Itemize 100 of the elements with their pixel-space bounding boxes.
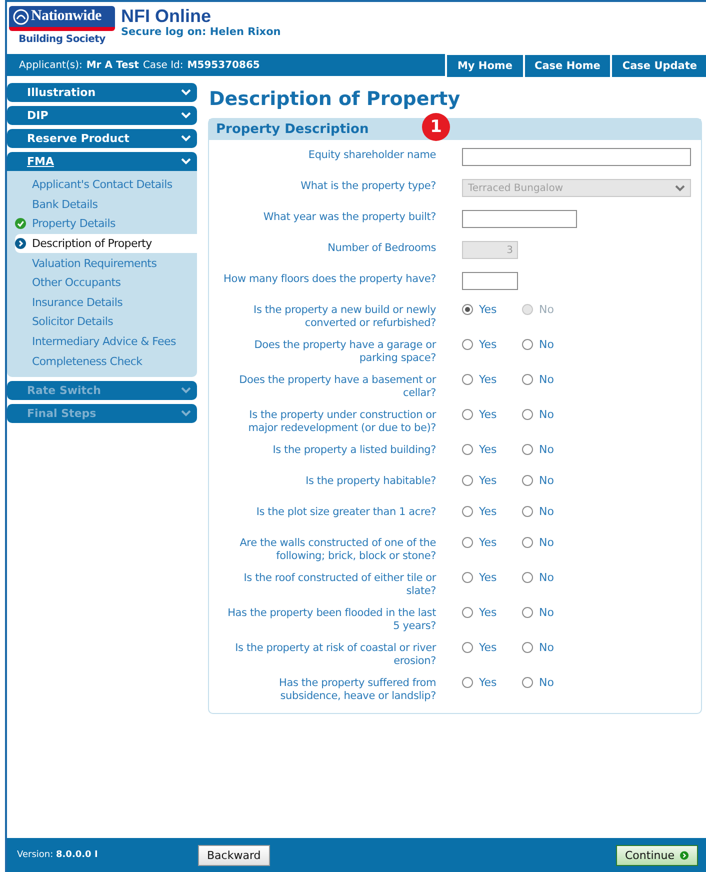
panel-title: Property Description <box>216 122 369 137</box>
input-field[interactable] <box>462 210 577 228</box>
radio-label[interactable]: Yes <box>479 606 497 619</box>
field-label: Is the property a new build or newly converted or refurbished? <box>252 303 436 330</box>
field-label: Is the roof constructed of either tile or slate? <box>242 571 436 598</box>
radio-button[interactable] <box>462 607 473 618</box>
radio-label[interactable]: Yes <box>479 536 497 549</box>
radio-button[interactable] <box>462 304 473 315</box>
nav-item[interactable]: Applicant's Contact Details <box>7 175 197 195</box>
section-header[interactable]: DIP <box>7 106 197 125</box>
radio-button[interactable] <box>462 444 473 455</box>
radio-button[interactable] <box>462 374 473 385</box>
chevron-icon <box>181 135 191 142</box>
radio-label[interactable]: Yes <box>479 373 497 386</box>
radio-label[interactable]: Yes <box>479 303 497 316</box>
radio-button[interactable] <box>522 475 533 486</box>
field-label: Is the plot size greater than 1 acre? <box>255 505 436 520</box>
radio-label[interactable]: No <box>539 641 554 654</box>
radio-button[interactable] <box>522 374 533 385</box>
radio-label[interactable]: No <box>539 676 554 689</box>
radio-label[interactable]: No <box>539 408 554 421</box>
nav-item[interactable]: Completeness Check <box>7 351 197 371</box>
nav-item[interactable]: Intermediary Advice & Fees <box>7 332 197 352</box>
radio-label[interactable]: No <box>539 536 554 549</box>
field-label: Is the property at risk of coastal or river erosion? <box>234 641 436 668</box>
field-label: Has the property suffered from subsidence, heave or landslip? <box>278 676 436 703</box>
radio-button[interactable] <box>522 444 533 455</box>
radio-button[interactable] <box>522 537 533 548</box>
radio-button[interactable] <box>462 537 473 548</box>
radio-label[interactable]: No <box>539 373 554 386</box>
radio-label[interactable]: Yes <box>479 443 497 456</box>
radio-label[interactable]: No <box>539 571 554 584</box>
nav-item[interactable]: Bank Details <box>7 194 197 214</box>
applicant-label: Applicant(s): <box>19 60 82 70</box>
radio-button[interactable] <box>522 409 533 420</box>
radio-button[interactable] <box>462 475 473 486</box>
radio-label[interactable]: Yes <box>479 338 497 351</box>
radio-label[interactable]: Yes <box>479 676 497 689</box>
app-title: NFI Online <box>121 6 212 26</box>
radio-label[interactable]: Yes <box>479 408 497 421</box>
field-label: Is the property a listed building? <box>272 443 436 458</box>
nav-tab[interactable]: Case Update <box>612 55 706 77</box>
applicant-name: Mr A Test <box>86 60 139 70</box>
continue-button[interactable]: Continue <box>616 844 698 866</box>
field-label: Is the property habitable? <box>304 474 436 489</box>
input-field[interactable] <box>462 148 691 166</box>
nav-item[interactable]: Description of Property <box>15 234 197 254</box>
radio-label[interactable]: Yes <box>479 641 497 654</box>
logon-text: Secure log on: Helen Rixon <box>121 26 281 38</box>
nav-item[interactable]: Property Details <box>7 214 197 234</box>
radio-button[interactable] <box>522 677 533 688</box>
nav-tab[interactable]: My Home <box>447 55 522 77</box>
logo-subtitle: Building Society <box>18 34 106 45</box>
nav-item[interactable]: Solicitor Details <box>7 312 197 332</box>
nav-item[interactable]: Valuation Requirements <box>7 253 197 273</box>
radio-button[interactable] <box>462 642 473 653</box>
radio-label[interactable]: No <box>539 443 554 456</box>
radio-label[interactable]: No <box>539 474 554 487</box>
radio-label[interactable]: No <box>539 338 554 351</box>
radio-button[interactable] <box>522 506 533 517</box>
field-label: Is the property under construction or major redevelopment (or due to be)? <box>247 408 436 435</box>
section-header[interactable]: Illustration <box>7 83 197 102</box>
backward-button[interactable]: Backward <box>198 844 270 866</box>
field-label: Does the property have a basement or cellar? <box>238 373 436 400</box>
radio-button[interactable] <box>522 642 533 653</box>
check-icon <box>15 218 26 230</box>
radio-label[interactable]: Yes <box>479 474 497 487</box>
radio-button[interactable] <box>522 607 533 618</box>
field-label: Are the walls constructed of one of the following; brick, block or stone? <box>238 536 436 563</box>
radio-button[interactable] <box>462 572 473 583</box>
section-header[interactable]: FMA <box>7 152 197 171</box>
chevron-icon <box>181 89 191 96</box>
radio-button[interactable] <box>462 409 473 420</box>
section-header[interactable]: Reserve Product <box>7 129 197 148</box>
page-title: Description of Property <box>209 88 462 110</box>
radio-button[interactable] <box>522 572 533 583</box>
chevron-icon <box>181 410 191 417</box>
chevron-icon <box>181 386 191 394</box>
field-label: Does the property have a garage or parking space? <box>253 338 436 365</box>
radio-button[interactable] <box>462 677 473 688</box>
radio-label[interactable]: Yes <box>479 571 497 584</box>
nav-item[interactable]: Insurance Details <box>7 292 197 312</box>
radio-button[interactable] <box>462 339 473 350</box>
radio-button[interactable] <box>462 506 473 517</box>
radio-label[interactable]: No <box>539 505 554 518</box>
nav-item[interactable]: Other Occupants <box>7 272 197 293</box>
logo-name: Nationwide <box>31 8 102 25</box>
field-label: Equity shareholder name <box>307 148 436 163</box>
radio-label[interactable]: No <box>539 606 554 619</box>
radio-label[interactable]: Yes <box>479 505 497 518</box>
case-id: M595370865 <box>187 60 260 70</box>
input-field[interactable] <box>462 272 518 290</box>
version-text: Version: 8.0.0.0 I <box>17 850 99 860</box>
field-label: Has the property been flooded in the last 5 years? <box>226 606 436 633</box>
nav-tab[interactable]: Case Home <box>524 55 610 77</box>
chevron-icon <box>675 184 685 192</box>
field-label: What is the property type? <box>300 179 436 194</box>
field-label: What year was the property built? <box>262 210 436 225</box>
radio-button[interactable] <box>522 339 533 350</box>
case-id-label: Case Id: <box>142 60 184 70</box>
